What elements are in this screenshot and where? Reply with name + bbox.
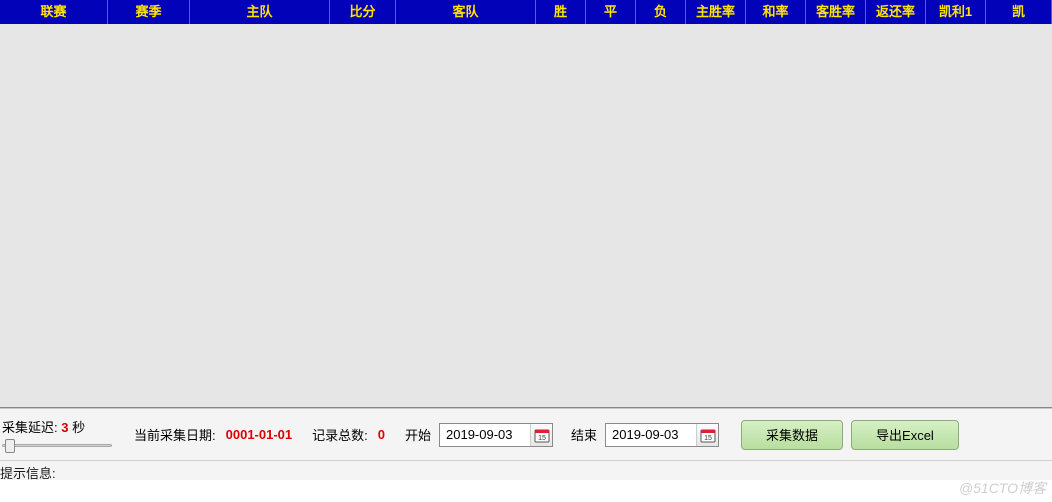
collect-delay-value: 3 — [61, 420, 68, 435]
col-home-win-rate[interactable]: 主胜率 — [686, 0, 746, 24]
end-date-picker[interactable]: 15 — [605, 423, 719, 447]
col-kelly-2[interactable]: 凯 — [986, 0, 1052, 24]
col-away-team[interactable]: 客队 — [396, 0, 536, 24]
collect-delay-label: 采集延迟: — [2, 420, 58, 435]
col-return-rate[interactable]: 返还率 — [866, 0, 926, 24]
start-date-input[interactable] — [440, 424, 530, 446]
current-collect-date-label: 当前采集日期: — [134, 425, 216, 444]
end-date-label: 结束 — [571, 425, 597, 444]
svg-text:15: 15 — [704, 435, 712, 442]
record-count-value: 0 — [378, 427, 385, 442]
col-season[interactable]: 赛季 — [108, 0, 190, 24]
current-collect-date-value: 0001-01-01 — [226, 427, 293, 442]
svg-text:15: 15 — [538, 435, 546, 442]
collect-delay-slider[interactable] — [2, 438, 112, 452]
col-kelly-1[interactable]: 凯利1 — [926, 0, 986, 24]
grid-body-empty — [0, 24, 1052, 408]
collect-delay-unit: 秒 — [72, 420, 85, 435]
col-score[interactable]: 比分 — [330, 0, 396, 24]
col-home-team[interactable]: 主队 — [190, 0, 330, 24]
col-draw[interactable]: 平 — [586, 0, 636, 24]
status-prefix: 提示信息: — [0, 466, 56, 481]
start-date-label: 开始 — [405, 425, 431, 444]
col-win[interactable]: 胜 — [536, 0, 586, 24]
grid-header-row: 联赛 赛季 主队 比分 客队 胜 平 负 主胜率 和率 客胜率 返还率 凯利1 … — [0, 0, 1052, 24]
start-date-picker[interactable]: 15 — [439, 423, 553, 447]
col-lose[interactable]: 负 — [636, 0, 686, 24]
col-away-win-rate[interactable]: 客胜率 — [806, 0, 866, 24]
data-grid[interactable]: 联赛 赛季 主队 比分 客队 胜 平 负 主胜率 和率 客胜率 返还率 凯利1 … — [0, 0, 1052, 408]
export-excel-button[interactable]: 导出Excel — [851, 420, 959, 450]
calendar-icon[interactable]: 15 — [530, 424, 552, 446]
collect-delay-block: 采集延迟: 3 秒 — [2, 417, 122, 452]
col-draw-rate[interactable]: 和率 — [746, 0, 806, 24]
collect-data-button[interactable]: 采集数据 — [741, 420, 843, 450]
record-count-label: 记录总数: — [312, 425, 368, 444]
end-date-input[interactable] — [606, 424, 696, 446]
calendar-icon[interactable]: 15 — [696, 424, 718, 446]
watermark: @51CTO博客 — [959, 478, 1046, 498]
status-bar: 提示信息: — [0, 460, 1052, 480]
col-league[interactable]: 联赛 — [0, 0, 108, 24]
bottom-toolbar: 采集延迟: 3 秒 当前采集日期: 0001-01-01 记录总数: 0 开始 … — [0, 408, 1052, 460]
